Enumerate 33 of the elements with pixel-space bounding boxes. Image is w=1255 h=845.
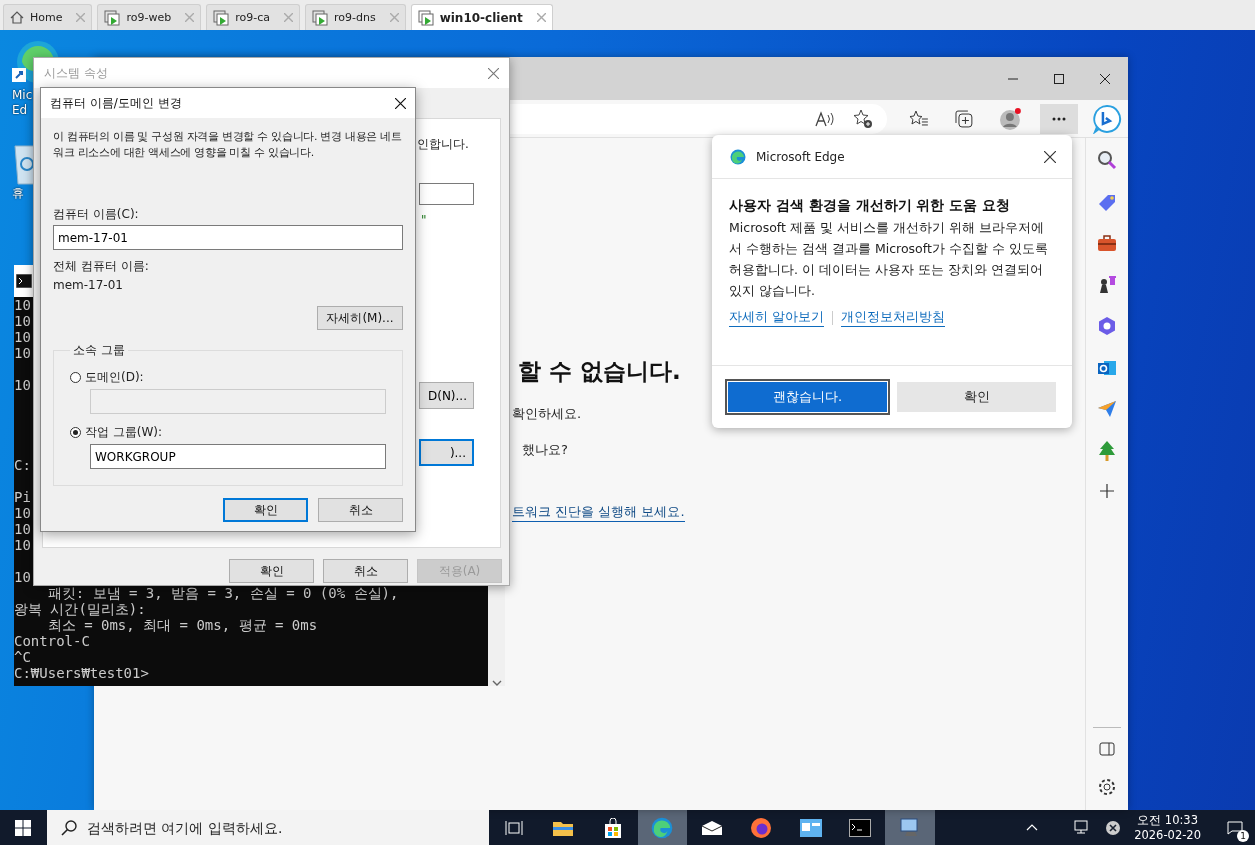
console-line: 10 — [14, 537, 31, 553]
console-line: 10 — [14, 345, 31, 361]
console-line: Pi — [14, 489, 31, 505]
console-line: C:₩Users₩test01> — [14, 665, 149, 681]
console-line: Control-C — [14, 633, 90, 649]
console-line: 10 — [14, 329, 31, 345]
console-line: 패킷: 보냄 = 3, 받음 = 3, 손실 = 0 (0% 손실), — [46, 585, 399, 601]
console-line: ^C — [14, 649, 31, 665]
console-line: 10 — [14, 377, 31, 393]
description-text: 이 컴퓨터의 이름 및 구성원 자격을 변경할 수 있습니다. 변경 내용은 네트워크 리소스에 대한 액세스에 영향을 미칠 수 있습니다. — [53, 129, 403, 161]
popup-app-name: Microsoft Edge — [756, 149, 846, 164]
field-label: 전체 컴퓨터 이름: — [53, 258, 150, 275]
error-text: 확인하세요. — [512, 405, 583, 423]
notification-count: 1 — [1237, 830, 1249, 842]
console-line: 10 — [14, 505, 31, 521]
example-text: " — [421, 213, 427, 227]
console-line: 10 — [14, 297, 31, 313]
error-text: 했나요? — [522, 441, 569, 459]
window-title: 컴퓨터 이름/도메인 변경 — [50, 94, 183, 112]
console-line: 10 — [14, 521, 31, 537]
description-text: 인합니다. — [417, 136, 469, 153]
full-name-text: mem-17-01 — [53, 278, 124, 292]
group-legend: 소속 그룹 — [70, 342, 128, 359]
console-line: 왕복 시간(밀리초): — [14, 601, 146, 617]
popup-body-text: Microsoft 제품 및 서비스를 개선하기 위해 브라우저에서 수행하는 검색 결과를 Microsoft가 수집할 수 있도록 허용합니다. 이 데이터는 사용자 또는 장치와 연결되어 있지 않습니다. — [729, 219, 1049, 300]
popup-heading: 사용자 검색 환경을 개선하기 위한 도움 요청 — [729, 197, 1012, 215]
window-title: 시스템 속성 — [44, 64, 109, 82]
error-heading: 할 수 없습니다. — [518, 357, 682, 386]
console-line: 10 — [14, 569, 31, 585]
console-line: 최소 = 0ms, 최대 = 0ms, 평균 = 0ms — [46, 617, 318, 633]
console-line: 10 — [14, 313, 31, 329]
field-label: 컴퓨터 이름(C): — [53, 206, 140, 223]
console-line: C: — [14, 457, 31, 473]
